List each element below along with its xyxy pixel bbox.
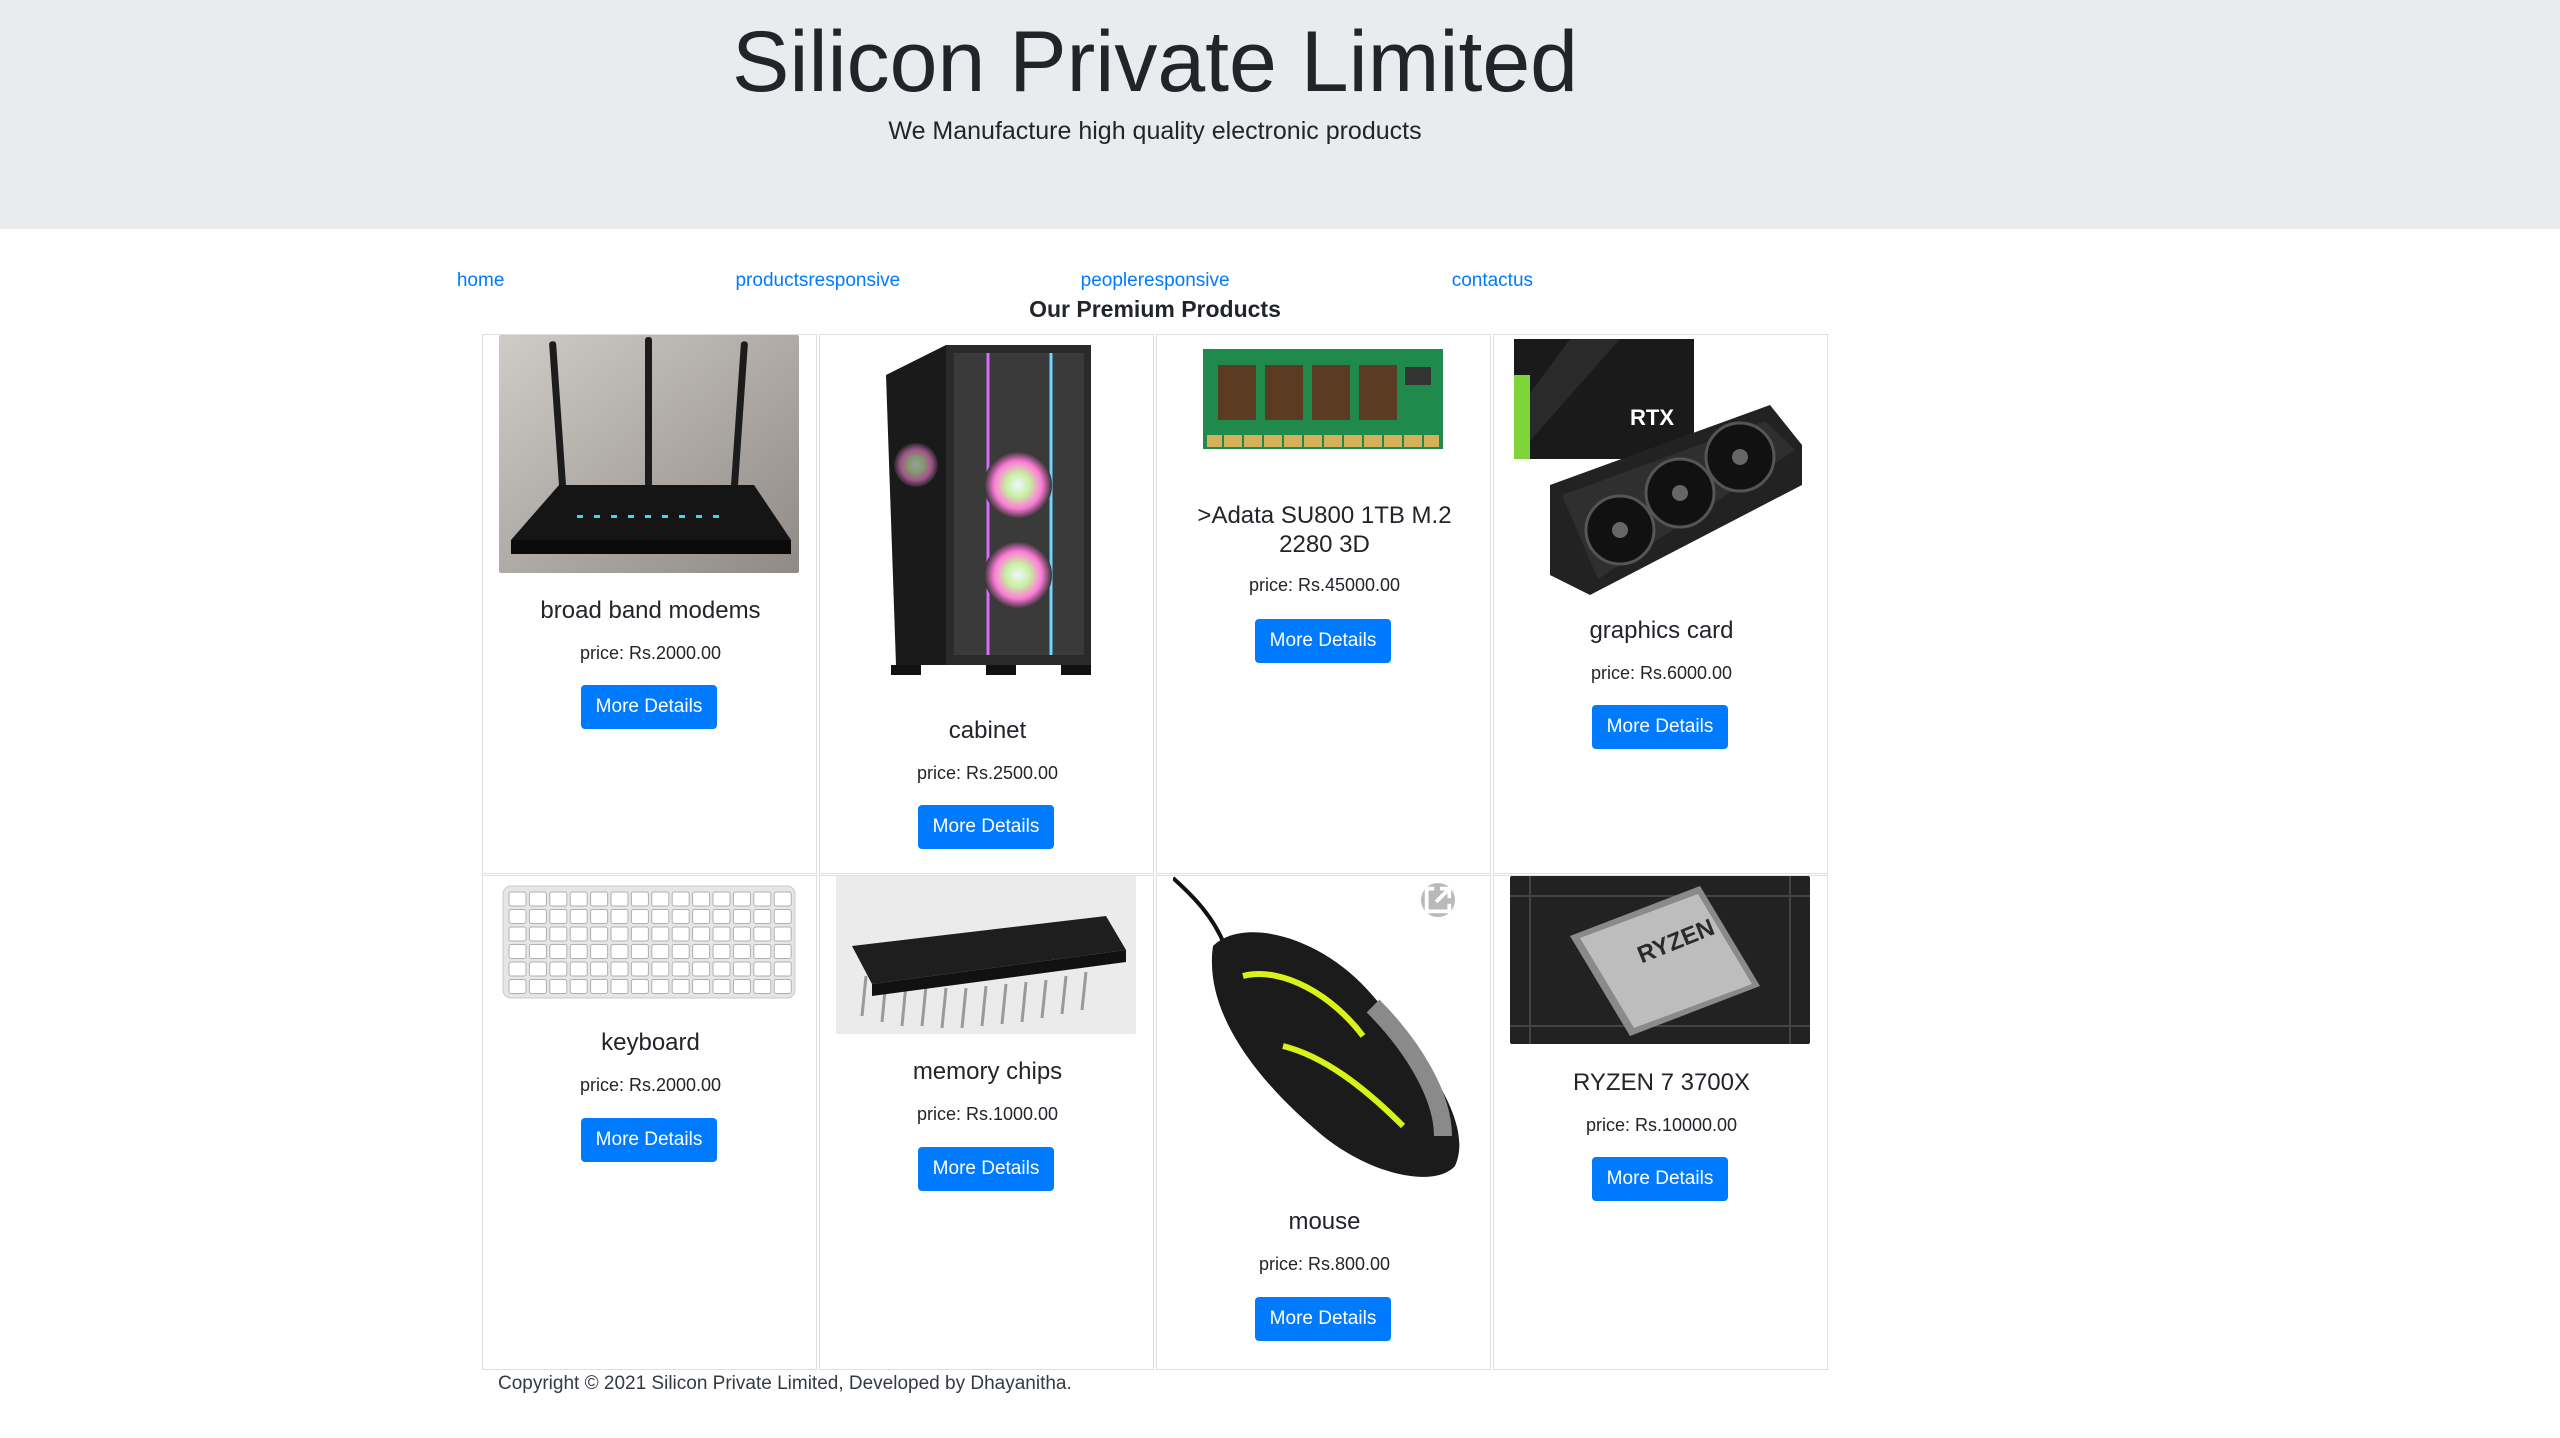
site-title: Silicon Private Limited: [731, 14, 1579, 110]
product-price: price: Rs.2500.00: [916, 763, 1059, 783]
product-card: RTX graphics card price: Rs.6000.00 More…: [1493, 334, 1828, 874]
pc-cabinet-image: [836, 335, 1136, 689]
product-name: mouse: [1288, 1208, 1361, 1235]
open-external-icon[interactable]: [1421, 883, 1455, 917]
header-jumbotron: Silicon Private Limited We Manufacture h…: [0, 0, 2560, 229]
product-name: memory chips: [912, 1058, 1063, 1085]
more-details-button[interactable]: More Details: [1255, 619, 1391, 663]
main-nav: home productsresponsive peopleresponsive…: [312, 266, 1661, 296]
product-card: keyboard price: Rs.2000.00 More Details: [482, 875, 817, 1370]
product-price: price: Rs.800.00: [1258, 1254, 1391, 1274]
product-card: >Adata SU800 1TB M.2 2280 3D price: Rs.4…: [1156, 334, 1491, 874]
product-card: memory chips price: Rs.1000.00 More Deta…: [819, 875, 1154, 1370]
more-details-button[interactable]: More Details: [1255, 1297, 1391, 1341]
more-details-button[interactable]: More Details: [1592, 1157, 1728, 1201]
section-title: Our Premium Products: [1029, 296, 1281, 322]
more-details-button[interactable]: More Details: [918, 1147, 1054, 1191]
cpu-image: RYZEN: [1510, 876, 1810, 1044]
product-name: keyboard: [601, 1029, 700, 1056]
product-name: broad band modems: [540, 597, 761, 624]
product-price: price: Rs.6000.00: [1590, 663, 1733, 683]
nav-link-people[interactable]: peopleresponsive: [987, 266, 1324, 296]
gpu-box-text: RTX: [1630, 405, 1674, 430]
site-tagline: We Manufacture high quality electronic p…: [888, 117, 1422, 145]
graphics-card-image: RTX: [1510, 335, 1810, 595]
product-price: price: Rs.2000.00: [579, 643, 722, 663]
product-price: price: Rs.1000.00: [916, 1104, 1059, 1124]
product-name: cabinet: [948, 717, 1027, 744]
product-card: broad band modems price: Rs.2000.00 More…: [482, 334, 817, 874]
ram-module-image: [1173, 335, 1473, 467]
product-price: price: Rs.2000.00: [579, 1075, 722, 1095]
more-details-button[interactable]: More Details: [1592, 705, 1728, 749]
keyboard-image: [499, 882, 799, 1002]
memory-chip-image: [836, 876, 1136, 1034]
product-name: RYZEN 7 3700X: [1573, 1069, 1750, 1096]
more-details-button[interactable]: More Details: [918, 805, 1054, 849]
more-details-button[interactable]: More Details: [581, 1118, 717, 1162]
product-grid: broad band modems price: Rs.2000.00 More…: [482, 334, 1830, 1370]
nav-link-contact[interactable]: contactus: [1324, 266, 1661, 296]
footer-copyright: Copyright © 2021 Silicon Private Limited…: [498, 1373, 1072, 1394]
gaming-mouse-image: [1173, 876, 1473, 1186]
product-card: RYZEN RYZEN 7 3700X price: Rs.10000.00 M…: [1493, 875, 1828, 1370]
product-price: price: Rs.45000.00: [1248, 575, 1401, 595]
more-details-button[interactable]: More Details: [581, 685, 717, 729]
nav-link-products[interactable]: productsresponsive: [649, 266, 986, 296]
nav-link-home[interactable]: home: [312, 266, 649, 296]
router-image: [499, 335, 799, 573]
product-card: cabinet price: Rs.2500.00 More Details: [819, 334, 1154, 874]
product-name: graphics card: [1589, 617, 1734, 644]
product-name: >Adata SU800 1TB M.2 2280 3D: [1197, 502, 1452, 558]
product-card: mouse price: Rs.800.00 More Details: [1156, 875, 1491, 1370]
product-price: price: Rs.10000.00: [1585, 1115, 1738, 1135]
